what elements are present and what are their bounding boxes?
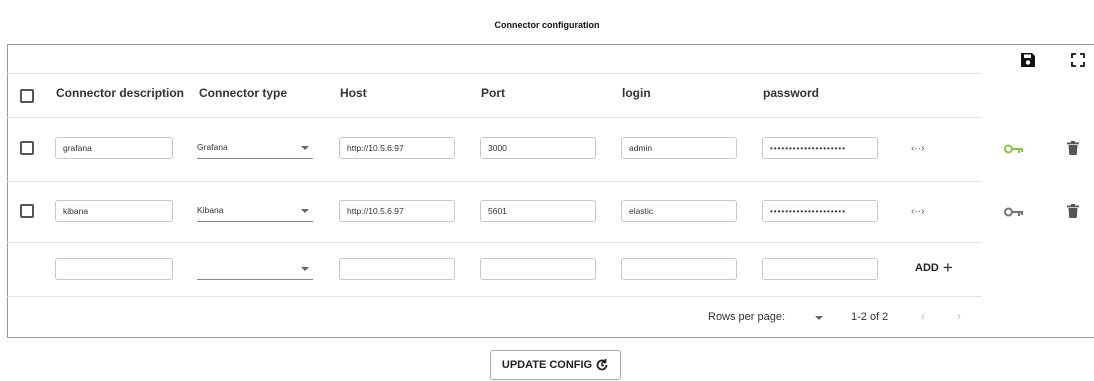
chevron-down-icon xyxy=(301,146,309,150)
select-all-checkbox[interactable] xyxy=(20,89,34,103)
host-input[interactable] xyxy=(339,200,455,222)
login-input[interactable] xyxy=(621,200,737,222)
new-host-input[interactable] xyxy=(339,258,455,280)
connector-type-value: Kibana xyxy=(197,205,224,215)
login-input[interactable] xyxy=(621,137,737,159)
description-input[interactable] xyxy=(55,200,173,222)
col-header-login: login xyxy=(622,86,651,100)
col-header-description: Connector description xyxy=(56,86,185,100)
divider xyxy=(7,73,982,74)
new-port-input[interactable] xyxy=(480,258,596,280)
row-checkbox[interactable] xyxy=(20,204,34,218)
test-connection-icon[interactable]: ‹··› xyxy=(911,143,924,154)
test-connection-icon[interactable]: ‹··› xyxy=(911,206,924,217)
port-input[interactable] xyxy=(480,137,596,159)
chevron-down-icon xyxy=(301,267,309,271)
add-label: ADD xyxy=(915,262,939,274)
plus-icon: + xyxy=(942,258,953,277)
update-config-label: UPDATE CONFIG xyxy=(501,359,593,371)
add-connector-button[interactable]: ADD + xyxy=(915,258,953,277)
port-input[interactable] xyxy=(480,200,596,222)
new-login-input[interactable] xyxy=(621,258,737,280)
page-title: Connector configuration xyxy=(494,20,600,30)
password-input[interactable] xyxy=(762,200,878,222)
password-input[interactable] xyxy=(762,137,878,159)
fullscreen-icon[interactable] xyxy=(1070,52,1086,68)
new-description-input[interactable] xyxy=(55,258,173,280)
divider xyxy=(7,296,982,297)
pagination-range: 1-2 of 2 xyxy=(851,311,889,323)
delete-icon[interactable] xyxy=(1067,141,1079,155)
description-input[interactable] xyxy=(55,137,173,159)
col-header-host: Host xyxy=(340,86,367,100)
col-header-port: Port xyxy=(481,86,505,100)
new-password-input[interactable] xyxy=(762,258,878,280)
update-config-button[interactable]: UPDATE CONFIG xyxy=(490,350,621,380)
refresh-icon xyxy=(596,359,608,371)
new-connector-type-select[interactable] xyxy=(197,258,313,280)
save-icon[interactable] xyxy=(1020,52,1036,68)
chevron-down-icon xyxy=(815,316,823,320)
prev-page-icon[interactable]: ‹ xyxy=(921,309,925,323)
host-input[interactable] xyxy=(339,137,455,159)
col-header-password: password xyxy=(763,86,820,100)
divider xyxy=(7,181,982,182)
row-checkbox[interactable] xyxy=(20,141,34,155)
key-icon[interactable] xyxy=(1004,144,1024,154)
rows-per-page-label: Rows per page: xyxy=(708,311,786,323)
key-icon[interactable] xyxy=(1004,207,1024,217)
connector-type-select[interactable]: Grafana xyxy=(197,137,313,159)
divider xyxy=(7,242,982,243)
divider xyxy=(7,117,982,118)
delete-icon[interactable] xyxy=(1067,204,1079,218)
chevron-down-icon xyxy=(301,209,309,213)
connector-type-select[interactable]: Kibana xyxy=(197,200,313,222)
col-header-type: Connector type xyxy=(199,86,288,100)
next-page-icon[interactable]: › xyxy=(957,309,961,323)
connector-type-value: Grafana xyxy=(197,142,228,152)
